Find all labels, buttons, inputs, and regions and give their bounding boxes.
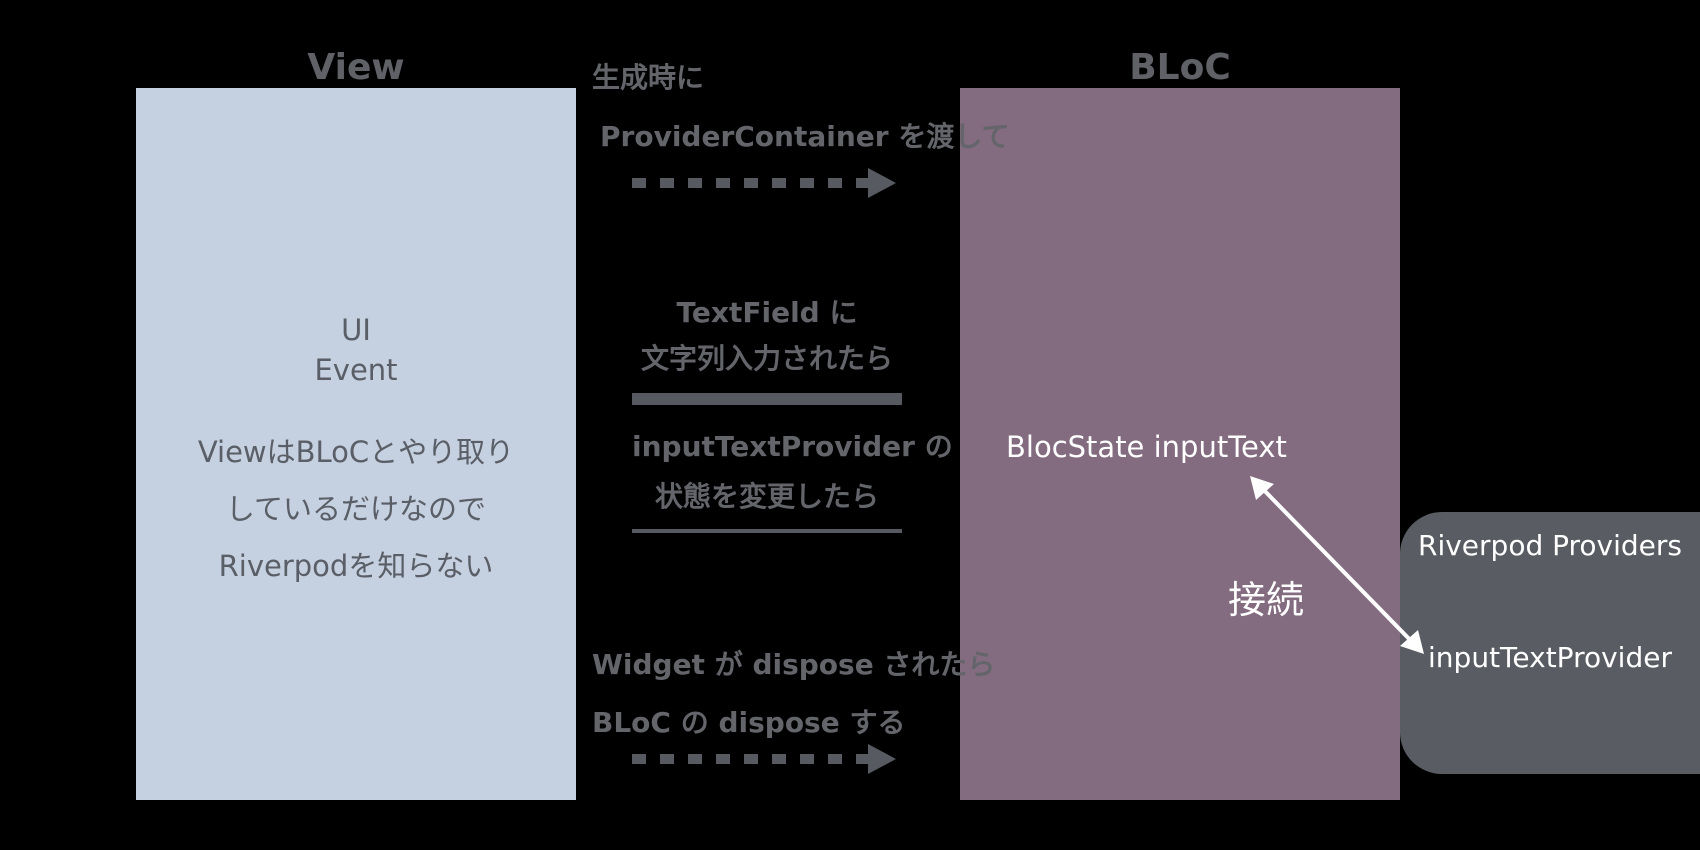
- dashed-arrow-bottom: [632, 744, 902, 774]
- center-solid-line-bottom: [632, 529, 902, 533]
- middle-center-line2: 文字列入力されたら: [640, 342, 893, 375]
- dashed-arrow-bottom-head: [868, 744, 896, 774]
- middle-center-line1: TextField に: [676, 296, 858, 329]
- center-solid-line-top: [632, 393, 902, 405]
- middle-center-line3: inputTextProvider の: [632, 430, 953, 463]
- dashed-arrow-top-head: [868, 168, 896, 198]
- view-event-label: Event: [314, 353, 398, 387]
- bloc-box: BlocState inputText 接続: [960, 88, 1400, 800]
- input-text-provider-label: inputTextProvider: [1428, 641, 1672, 674]
- middle-center-line4: 状態を変更したら: [654, 480, 879, 513]
- middle-bottom-line2: BLoC の dispose する: [592, 706, 906, 739]
- view-ui-label: UI: [341, 313, 371, 347]
- middle-top-subtitle: ProviderContainer を渡して: [600, 120, 1010, 153]
- view-note-line3: Riverpodを知らない: [218, 549, 494, 583]
- riverpod-providers-title: Riverpod Providers: [1418, 529, 1682, 562]
- view-note-line1: ViewはBLoCとやり取り: [197, 435, 515, 469]
- riverpod-providers-box: Riverpod Providers inputTextProvider: [1400, 512, 1700, 774]
- connection-arrow-line: [1254, 480, 1420, 650]
- view-note-line2: しているだけなので: [225, 492, 487, 526]
- view-box: UI Event ViewはBLoCとやり取り しているだけなので Riverp…: [136, 88, 576, 800]
- middle-bottom-line1: Widget が dispose されたら: [592, 648, 996, 681]
- dashed-arrow-bottom-line: [632, 754, 870, 764]
- middle-top-title: 生成時に: [592, 61, 705, 94]
- bloc-heading: BLoC: [1129, 47, 1231, 88]
- connection-arrow: [1250, 476, 1424, 654]
- bloc-state-label: BlocState inputText: [1006, 430, 1287, 464]
- view-heading: View: [307, 47, 405, 88]
- dashed-arrow-top: [632, 168, 902, 198]
- dashed-arrow-top-line: [632, 178, 870, 188]
